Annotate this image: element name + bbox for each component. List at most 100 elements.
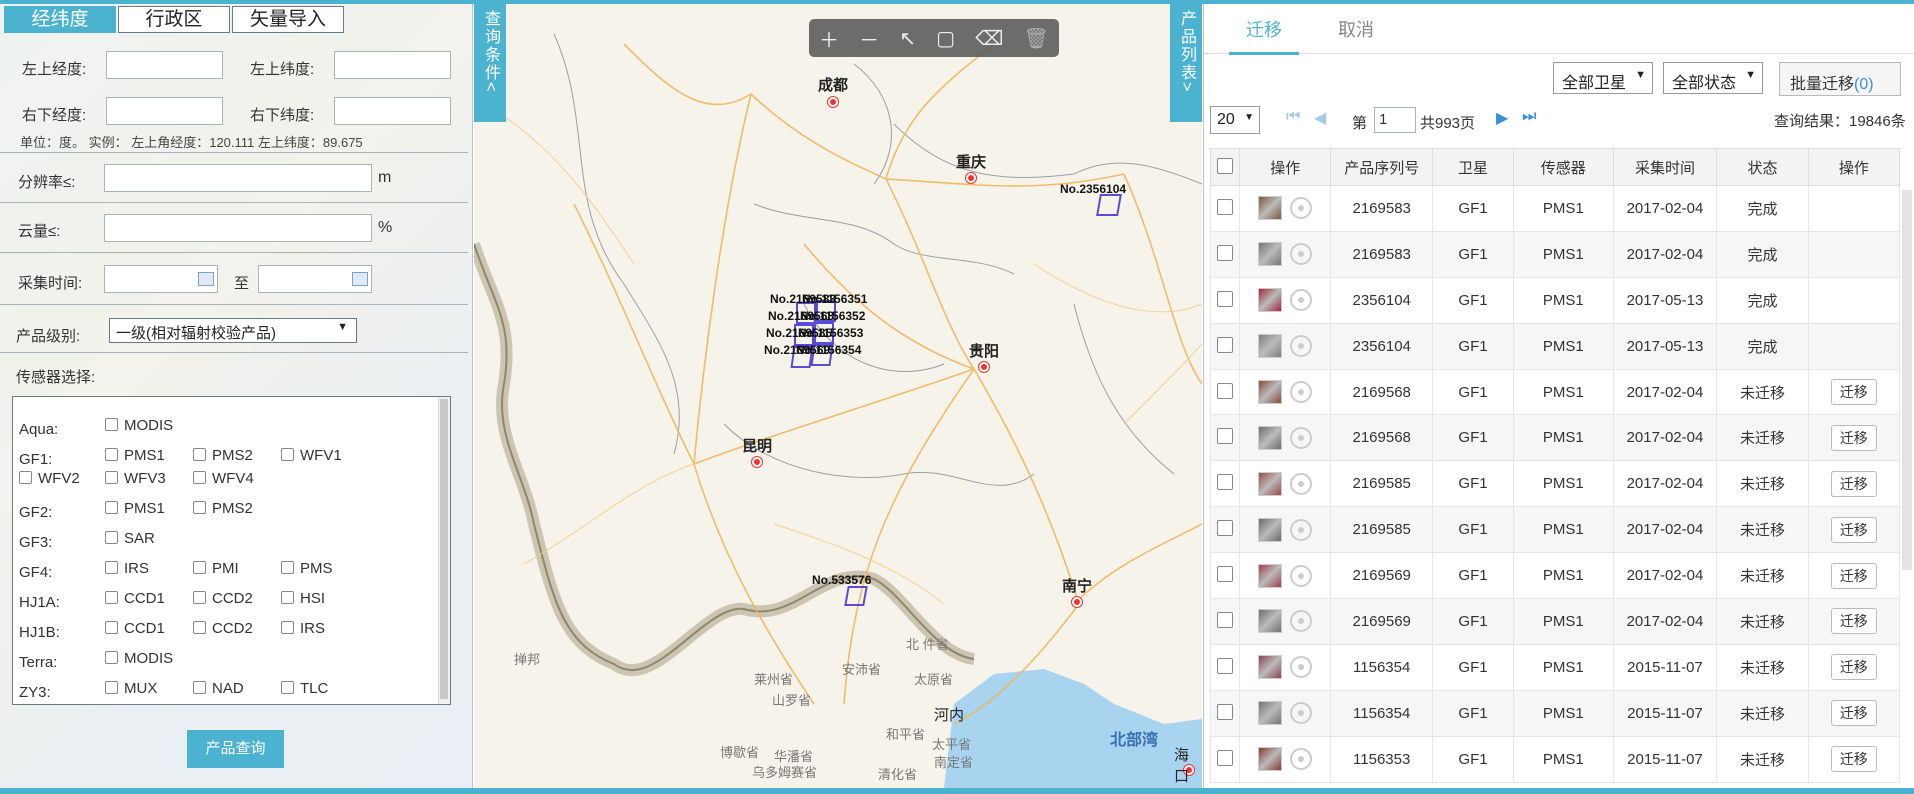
sensor-checkbox-item[interactable]: WFV4 <box>193 470 254 487</box>
thumbnail-image[interactable] <box>1258 517 1283 542</box>
table-row[interactable]: 2169568 GF1 PMS1 2017-02-04 未迁移 迁移 <box>1209 414 1901 462</box>
sensor-checkbox-item[interactable]: SAR <box>105 530 155 547</box>
eye-icon[interactable] <box>1290 564 1313 587</box>
delete-icon[interactable]: 🗑 <box>1024 26 1049 51</box>
thumbnail-image[interactable] <box>1258 242 1283 267</box>
eye-icon[interactable] <box>1290 197 1313 220</box>
thumbnail-image[interactable] <box>1258 334 1283 359</box>
sensor-checkbox-item[interactable]: IRS <box>105 560 149 577</box>
checkbox[interactable] <box>105 561 118 574</box>
thumbnail-image[interactable] <box>1258 380 1283 404</box>
top-left-lat-input[interactable] <box>334 51 451 79</box>
plus-icon[interactable]: ＋ <box>819 24 839 53</box>
migrate-button[interactable]: 迁移 <box>1830 516 1877 543</box>
checkbox[interactable] <box>281 448 294 461</box>
scrollbar[interactable] <box>438 397 450 704</box>
checkbox[interactable] <box>193 591 206 604</box>
checkbox[interactable] <box>281 591 294 604</box>
cloud-input[interactable] <box>104 214 372 242</box>
sensor-checkbox-item[interactable]: WFV1 <box>281 447 342 464</box>
sensor-checkbox-item[interactable]: CCD2 <box>193 620 253 637</box>
thumbnail-image[interactable] <box>1258 471 1283 496</box>
table-row[interactable]: 2169583 GF1 PMS1 2017-02-04 完成 <box>1209 230 1901 278</box>
tab-admin-region[interactable]: 行政区 <box>118 6 230 33</box>
eye-icon[interactable] <box>1290 610 1313 633</box>
sensor-checkbox-item[interactable]: PMS1 <box>105 447 165 464</box>
thumbnail-image[interactable] <box>1258 655 1283 680</box>
top-left-lon-input[interactable] <box>106 51 223 79</box>
page-number-input[interactable]: 1 <box>1374 107 1416 133</box>
migrate-button[interactable]: 迁移 <box>1830 654 1877 681</box>
row-checkbox[interactable] <box>1217 336 1234 353</box>
sensor-checkbox-item[interactable]: CCD1 <box>105 590 165 607</box>
table-row[interactable]: 2169568 GF1 PMS1 2017-02-04 未迁移 迁移 <box>1209 368 1901 416</box>
tab-migrate[interactable]: 迁移 <box>1246 16 1282 42</box>
sensor-checkbox-item[interactable]: MODIS <box>105 417 173 434</box>
migrate-button[interactable]: 迁移 <box>1830 562 1877 589</box>
next-page-icon[interactable]: ▶ <box>1496 108 1508 128</box>
query-conditions-toggle[interactable]: 查询条件< <box>474 4 506 122</box>
row-checkbox[interactable] <box>1217 566 1234 583</box>
checkbox[interactable] <box>105 651 118 664</box>
eye-icon[interactable] <box>1290 381 1313 403</box>
checkbox[interactable] <box>105 471 118 484</box>
sensor-checkbox-item[interactable]: PMS <box>281 560 333 577</box>
row-checkbox[interactable] <box>1217 657 1234 674</box>
checkbox[interactable] <box>105 418 118 431</box>
sensor-checkbox-item[interactable]: WFV3 <box>105 470 166 487</box>
eye-icon[interactable] <box>1290 702 1313 725</box>
row-checkbox[interactable] <box>1217 703 1234 720</box>
row-checkbox[interactable] <box>1217 244 1234 261</box>
eye-icon[interactable] <box>1290 656 1313 679</box>
city-marker-kunming[interactable] <box>752 457 762 467</box>
sensor-checkbox-item[interactable]: NAD <box>193 680 244 697</box>
checkbox[interactable] <box>105 448 118 461</box>
row-checkbox[interactable] <box>1217 749 1234 766</box>
scrollbar-thumb[interactable] <box>440 399 448 699</box>
row-checkbox[interactable] <box>1217 474 1234 491</box>
scrollbar[interactable] <box>1902 190 1912 570</box>
eye-icon[interactable] <box>1290 518 1313 541</box>
city-marker-guiyang[interactable] <box>979 362 989 372</box>
table-row[interactable]: 2356104 GF1 PMS1 2017-05-13 完成 <box>1209 276 1901 324</box>
sensor-checkbox-item[interactable]: IRS <box>281 620 325 637</box>
checkbox[interactable] <box>193 681 206 694</box>
eye-icon[interactable] <box>1290 335 1313 358</box>
prev-page-icon[interactable]: ◀ <box>1314 108 1326 128</box>
checkbox[interactable] <box>281 621 294 634</box>
sensor-checkbox-item[interactable]: PMI <box>193 560 239 577</box>
thumbnail-image[interactable] <box>1258 196 1283 221</box>
migrate-button[interactable]: 迁移 <box>1830 700 1877 727</box>
sensor-checkbox-item[interactable]: TLC <box>281 680 328 697</box>
table-row[interactable]: 2169583 GF1 PMS1 2017-02-04 完成 <box>1209 185 1901 232</box>
eye-icon[interactable] <box>1290 426 1313 449</box>
product-query-button[interactable]: 产品查询 <box>187 730 284 768</box>
calendar-icon[interactable] <box>352 272 368 286</box>
calendar-icon[interactable] <box>198 272 214 286</box>
tab-vector-import[interactable]: 矢量导入 <box>232 6 344 33</box>
city-marker-nanning[interactable] <box>1072 597 1082 607</box>
checkbox[interactable] <box>281 681 294 694</box>
city-marker-chengdu[interactable] <box>828 97 838 107</box>
checkbox[interactable] <box>105 621 118 634</box>
tab-lonlat[interactable]: 经纬度 <box>4 6 116 33</box>
sensor-checkbox-item[interactable]: PMS2 <box>193 447 253 464</box>
thumbnail-image[interactable] <box>1258 701 1283 726</box>
table-row[interactable]: 2169585 GF1 PMS1 2017-02-04 未迁移 迁移 <box>1209 460 1901 508</box>
migrate-button[interactable]: 迁移 <box>1830 424 1877 451</box>
checkbox[interactable] <box>105 501 118 514</box>
checkbox[interactable] <box>193 448 206 461</box>
table-row[interactable]: 2169569 GF1 PMS1 2017-02-04 未迁移 迁移 <box>1209 552 1901 600</box>
start-date-input[interactable] <box>104 265 218 293</box>
bottom-right-lon-input[interactable] <box>106 97 223 125</box>
checkbox[interactable] <box>105 531 118 544</box>
eye-icon[interactable] <box>1290 748 1313 771</box>
checkbox[interactable] <box>105 681 118 694</box>
checkbox[interactable] <box>105 591 118 604</box>
first-page-icon[interactable]: ⏮ <box>1286 108 1300 126</box>
thumbnail-image[interactable] <box>1258 563 1283 588</box>
satellite-filter-select[interactable]: 全部卫星 ▼ <box>1553 62 1653 94</box>
city-marker-chongqing[interactable] <box>966 173 976 183</box>
bottom-right-lat-input[interactable] <box>334 97 451 125</box>
row-checkbox[interactable] <box>1217 428 1234 445</box>
